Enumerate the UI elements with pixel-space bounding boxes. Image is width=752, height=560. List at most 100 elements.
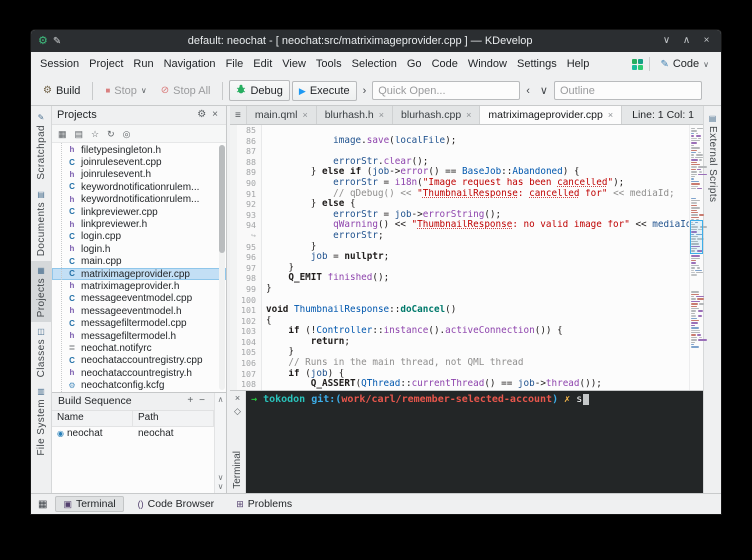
editor[interactable]: 8586 image.save(localFile);8788 errorStr… (230, 125, 703, 390)
menu-tools[interactable]: Tools (311, 55, 347, 73)
terminal-close-icon[interactable]: × (235, 392, 240, 404)
code-line[interactable]: 99} (237, 284, 689, 295)
titlebar[interactable]: ⚙ ✎ default: neochat - [ neochat:src/mat… (31, 30, 721, 52)
terminal-output[interactable]: → tokodon git:(work/carl/remember-select… (246, 391, 703, 493)
code-line[interactable]: 85 (237, 125, 689, 136)
terminal-diamond-icon[interactable]: ◇ (234, 405, 241, 417)
menu-help[interactable]: Help (562, 55, 595, 73)
menu-window[interactable]: Window (463, 55, 512, 73)
statusbar-problems[interactable]: ⊞Problems (228, 496, 300, 512)
tab-blurhash-h[interactable]: blurhash.h× (317, 106, 393, 124)
tab-blurhash-cpp[interactable]: blurhash.cpp× (393, 106, 480, 124)
code-line[interactable]: 107 if (job) { (237, 369, 689, 380)
tab-main-qml[interactable]: main.qml× (247, 106, 317, 124)
tab-matriximageprovider-cpp[interactable]: matriximageprovider.cpp× (480, 106, 622, 124)
dock-tab-external-scripts[interactable]: ▤ External Scripts (707, 110, 718, 206)
code-line[interactable]: 91 // qDebug() << "ThumbnailResponse: ca… (237, 189, 689, 200)
code-line[interactable]: 96 job = nullptr; (237, 252, 689, 263)
menu-file[interactable]: File (221, 55, 249, 73)
build-button[interactable]: ⚙ Build (37, 82, 86, 100)
tree-item[interactable]: Cmain.cpp (52, 256, 226, 268)
area-switcher-button[interactable]: ✎ Code ∨ (656, 56, 713, 72)
tree-item[interactable]: Clogin.cpp (52, 231, 226, 243)
minimap-viewport[interactable] (690, 220, 703, 254)
tree-item[interactable]: hneochataccountregistry.h (52, 367, 226, 379)
code-line[interactable]: 92 } else { (237, 199, 689, 210)
debug-button[interactable]: Debug (229, 80, 289, 101)
menu-code[interactable]: Code (427, 55, 463, 73)
code-line[interactable]: 87 (237, 146, 689, 157)
tab-close-icon[interactable]: × (608, 110, 613, 120)
remove-build-item-icon[interactable]: − (196, 395, 208, 407)
tree-item[interactable]: ≣neochat.notifyrc (52, 342, 226, 354)
code-line[interactable]: 105 } (237, 347, 689, 358)
code-area[interactable]: 8586 image.save(localFile);8788 errorStr… (237, 125, 689, 390)
menu-edit[interactable]: Edit (248, 55, 277, 73)
dock-toggle-icon[interactable]: ▦ (36, 499, 49, 510)
stop-all-button[interactable]: ⊘ Stop All (155, 82, 217, 100)
tree-item[interactable]: Clinkpreviewer.cpp (52, 206, 226, 218)
code-line[interactable]: 101void ThumbnailResponse::doCancel() (237, 305, 689, 316)
tree-item[interactable]: Ckeywordnotificationrulem... (52, 181, 226, 193)
menu-selection[interactable]: Selection (347, 55, 402, 73)
activities-grid-icon[interactable] (632, 59, 643, 70)
code-line[interactable]: 89 } else if (job->error() == BaseJob::A… (237, 167, 689, 178)
navigate-back-icon[interactable]: ‹ (522, 83, 534, 99)
execute-button[interactable]: ▶ Execute (292, 81, 357, 101)
maximize-button[interactable]: ∧ (679, 34, 694, 48)
code-line[interactable]: 108 Q_ASSERT(QThread::currentThread() ==… (237, 379, 689, 390)
minimize-button[interactable]: ∨ (659, 34, 674, 48)
dock-tab-scratchpad[interactable]: ✎Scratchpad (31, 108, 51, 185)
menu-go[interactable]: Go (402, 55, 427, 73)
panel-close-icon[interactable]: × (209, 109, 221, 121)
scroll-down-icon[interactable]: ∨ (218, 482, 224, 491)
menu-navigation[interactable]: Navigation (159, 55, 221, 73)
dock-tab-file-system[interactable]: ▥File System (31, 382, 51, 461)
stop-button[interactable]: ■ Stop ∨ (99, 82, 152, 100)
tab-close-icon[interactable]: × (302, 110, 307, 120)
dock-tab-classes[interactable]: ◫Classes (31, 322, 51, 382)
outline-input[interactable] (554, 81, 702, 100)
code-line[interactable]: ↪ errorStr; (237, 231, 689, 242)
document-list-icon[interactable]: ≡ (230, 106, 247, 124)
tree-scrollbar[interactable] (219, 145, 225, 390)
outline-dropdown-icon[interactable]: ∨ (536, 82, 552, 99)
code-line[interactable]: 106 // Runs in the main thread, not QML … (237, 358, 689, 369)
code-line[interactable]: 88 errorStr.clear(); (237, 157, 689, 168)
menu-view[interactable]: View (277, 55, 311, 73)
build-sequence-row[interactable]: ◉neochatneochat (52, 427, 214, 441)
statusbar-code-browser[interactable]: ()Code Browser (130, 496, 223, 512)
tree-item[interactable]: hmessageeventmodel.h (52, 305, 226, 317)
code-line[interactable]: 100 (237, 295, 689, 306)
close-button[interactable]: × (699, 34, 714, 48)
toolbar-overflow-icon[interactable]: › (359, 83, 371, 99)
panel-settings-icon[interactable]: ⚙ (194, 109, 209, 121)
tree-item[interactable]: Cmessageeventmodel.cpp (52, 293, 226, 305)
code-line[interactable]: 104 return; (237, 337, 689, 348)
tree-item[interactable]: hlogin.h (52, 243, 226, 255)
tree-item[interactable]: Cmatriximageprovider.cpp (52, 268, 226, 280)
tree-scrollbar-thumb[interactable] (219, 145, 225, 253)
dock-tab-documents[interactable]: ▤Documents (31, 185, 51, 261)
code-line[interactable]: 98 Q_EMIT finished(); (237, 273, 689, 284)
project-grid-icon[interactable]: ▦ (55, 128, 70, 140)
project-list-icon[interactable]: ▤ (72, 128, 87, 140)
star-icon[interactable]: ☆ (88, 128, 102, 140)
code-line[interactable]: 86 image.save(localFile); (237, 136, 689, 147)
code-line[interactable]: 95 } (237, 242, 689, 253)
minimap[interactable] (689, 125, 703, 390)
build-sequence-scrollbar[interactable]: ∧ ∨ ∨ (214, 393, 226, 493)
tree-item[interactable]: hfiletypesingleton.h (52, 144, 226, 156)
terminal-tab-label[interactable]: Terminal (232, 451, 243, 489)
tree-item[interactable]: Cneochataccountregistry.cpp (52, 355, 226, 367)
menu-run[interactable]: Run (128, 55, 158, 73)
code-line[interactable]: 97 } (237, 263, 689, 274)
statusbar-terminal[interactable]: ▣Terminal (55, 496, 123, 512)
tree-item[interactable]: hlinkpreviewer.h (52, 218, 226, 230)
quick-open-input[interactable] (372, 81, 520, 100)
icon-border[interactable] (230, 125, 237, 390)
menu-project[interactable]: Project (84, 55, 128, 73)
dock-tab-projects[interactable]: ▦Projects (31, 261, 51, 322)
code-line[interactable]: 93 errorStr = job->errorString(); (237, 210, 689, 221)
refresh-icon[interactable]: ↻ (104, 128, 118, 140)
